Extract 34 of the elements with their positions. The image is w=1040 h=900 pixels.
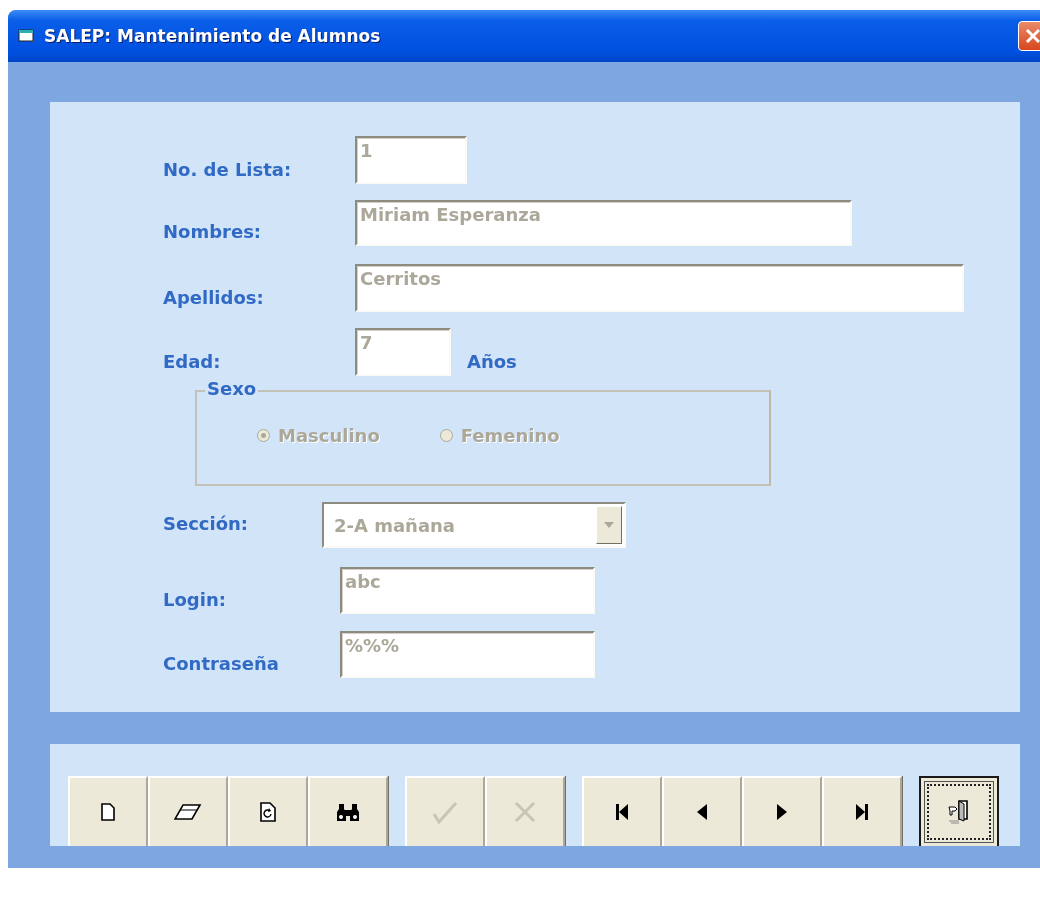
eraser-icon [174, 803, 202, 821]
search-button[interactable] [308, 776, 388, 846]
last-record-icon [856, 803, 868, 821]
field-label: Apellidos: [163, 287, 265, 310]
exit-door-icon [947, 799, 971, 825]
caret-icon [604, 522, 614, 528]
radio-label: Femenino [460, 425, 560, 446]
first-button[interactable] [582, 776, 662, 846]
check-icon [432, 800, 458, 824]
radio-label: Masculino [278, 425, 380, 446]
refresh-page-icon [260, 802, 276, 822]
page-icon [101, 803, 115, 821]
last-button[interactable] [822, 776, 902, 846]
window-icon [18, 28, 36, 44]
field-label: Contraseña [163, 653, 280, 676]
field-label: Login: [163, 589, 227, 612]
window-title: SALEP: Mantenimiento de Alumnos [44, 26, 381, 46]
field-label: Edad: [163, 351, 222, 374]
field-label: Nombres: [163, 221, 263, 244]
field-label: No. de Lista: [163, 159, 293, 182]
field-label: Sección: [163, 513, 250, 536]
close-button[interactable] [1018, 21, 1040, 51]
next-icon [777, 803, 787, 821]
binoculars-icon [336, 802, 360, 822]
exit-button[interactable] [919, 776, 999, 846]
first-record-icon [616, 803, 628, 821]
unit-label: Años [467, 351, 517, 374]
previous-icon [697, 803, 707, 821]
eraser-button[interactable] [148, 776, 228, 846]
close-icon [1024, 27, 1040, 45]
edit-button[interactable] [228, 776, 308, 846]
dropdown-value: 2-A mañana [334, 514, 457, 536]
cross-icon [514, 801, 536, 823]
dropdown-arrow-button[interactable] [596, 506, 622, 544]
